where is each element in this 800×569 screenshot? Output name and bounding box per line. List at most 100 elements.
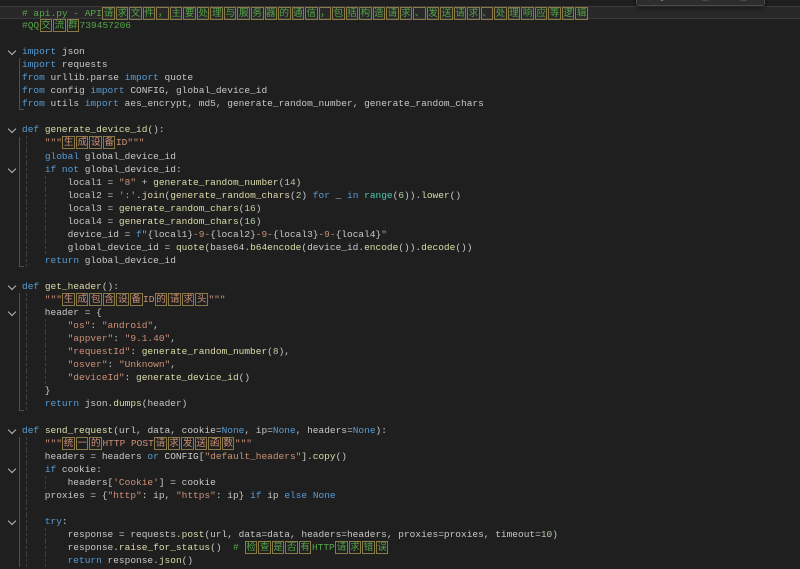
fold-chevron-icon[interactable] xyxy=(8,164,16,172)
code-token: , headers= xyxy=(296,425,353,436)
code-line[interactable]: device_id = f"{local1}-9-{local2}-9-{loc… xyxy=(0,228,800,241)
unicode-highlight-box: 备 xyxy=(130,293,143,306)
fold-chevron-icon[interactable] xyxy=(8,517,16,525)
code-line[interactable]: from config import CONFIG, global_device… xyxy=(0,84,800,97)
code-token: (url, data=data, headers=headers, proxie… xyxy=(204,529,540,540)
unicode-highlight-box: 构 xyxy=(359,7,372,20)
code-line[interactable]: if cookie: xyxy=(0,463,800,476)
code-line[interactable]: response.raise_for_status() # 检查是否有HTTP请… xyxy=(0,541,800,554)
code-line[interactable] xyxy=(0,267,800,280)
code-line[interactable]: global_device_id = quote(base64.b64encod… xyxy=(0,241,800,254)
indent-guide xyxy=(26,150,27,163)
code-token: ) xyxy=(256,216,262,227)
code-token: decode xyxy=(421,242,455,253)
code-line[interactable]: response = requests.post(url, data=data,… xyxy=(0,528,800,541)
code-line[interactable]: """生成包含设备ID的请求头""" xyxy=(0,293,800,306)
code-token: 10 xyxy=(541,529,552,540)
code-line[interactable]: local1 = "8" + generate_random_number(14… xyxy=(0,176,800,189)
code-token: send_request xyxy=(45,425,113,436)
code-line[interactable]: "deviceId": generate_device_id() xyxy=(0,371,800,384)
code-token: device_id = xyxy=(22,229,136,240)
code-line[interactable]: } xyxy=(0,384,800,397)
code-token: for xyxy=(313,190,330,201)
unicode-highlight-box: 造 xyxy=(373,7,386,20)
code-line[interactable] xyxy=(0,502,800,515)
code-line[interactable]: proxies = {"http": ip, "https": ip} if i… xyxy=(0,489,800,502)
indent-guide xyxy=(26,489,27,502)
code-token: ':' xyxy=(119,190,136,201)
code-line[interactable]: "os": "android", xyxy=(0,319,800,332)
code-token: utils xyxy=(45,98,85,109)
unicode-highlight-box: 的 xyxy=(89,437,102,450)
unicode-highlight-box: 设 xyxy=(89,136,102,149)
unicode-highlight-box: 请 xyxy=(154,437,167,450)
fold-chevron-icon[interactable] xyxy=(8,464,16,472)
code-line[interactable]: local3 = generate_random_chars(16) xyxy=(0,202,800,215)
code-line[interactable]: global global_device_id xyxy=(0,150,800,163)
code-line[interactable]: "requestId": generate_random_number(8), xyxy=(0,345,800,358)
fold-chevron-icon[interactable] xyxy=(8,425,16,433)
fold-chevron-icon[interactable] xyxy=(8,282,16,290)
code-line[interactable]: header = { xyxy=(0,306,800,319)
fold-chevron-icon[interactable] xyxy=(8,47,16,55)
code-line[interactable]: import json xyxy=(0,45,800,58)
code-token: ): xyxy=(376,425,387,436)
code-line[interactable]: import requests xyxy=(0,58,800,71)
indent-guide xyxy=(26,176,27,189)
symbol-overlay-label: generate_device_id xyxy=(659,0,755,1)
code-line[interactable]: local4 = generate_random_chars(16) xyxy=(0,215,800,228)
code-token: 16 xyxy=(244,216,255,227)
fold-chevron-icon[interactable] xyxy=(8,308,16,316)
code-line[interactable]: return global_device_id xyxy=(0,254,800,267)
code-line[interactable]: #QQ交流群739457206 xyxy=(0,19,800,32)
code-line[interactable]: """统一的HTTP POST请求发送函数""" xyxy=(0,437,800,450)
unicode-highlight-box: 求 xyxy=(168,437,181,450)
indent-guide xyxy=(26,345,27,358)
code-token: generate_random_chars xyxy=(119,203,239,214)
fold-chevron-icon[interactable] xyxy=(8,125,16,133)
code-token: aes_encrypt, md5, generate_random_number… xyxy=(119,98,484,109)
code-line[interactable]: headers['Cookie'] = cookie xyxy=(0,476,800,489)
code-line[interactable]: from urllib.parse import quote xyxy=(0,71,800,84)
code-line[interactable] xyxy=(0,32,800,45)
code-token: """统一的HTTP POST请求发送函数""" xyxy=(22,438,252,449)
code-token: if xyxy=(45,464,56,475)
code-line[interactable] xyxy=(0,410,800,423)
code-token: import xyxy=(22,59,56,70)
code-line[interactable]: headers = headers or CONFIG["default_hea… xyxy=(0,450,800,463)
code-line[interactable]: return response.json() xyxy=(0,554,800,567)
code-token: post xyxy=(182,529,205,540)
code-line[interactable]: from utils import aes_encrypt, md5, gene… xyxy=(0,97,800,110)
symbol-overlay[interactable]: generate_device_id xyxy=(636,0,765,6)
code-line[interactable]: if not global_device_id: xyxy=(0,163,800,176)
code-line[interactable]: """生成设备ID""" xyxy=(0,136,800,149)
code-line[interactable]: "appver": "9.1.40", xyxy=(0,332,800,345)
unicode-highlight-box: 流 xyxy=(53,19,66,32)
code-area[interactable]: # api.py - API请求文件，主要处理与服务器的通信，包括构造请求、发送… xyxy=(0,6,800,567)
code-token: None xyxy=(222,425,245,436)
code-token: return xyxy=(68,555,102,566)
code-line[interactable]: try: xyxy=(0,515,800,528)
code-line[interactable]: def generate_device_id(): xyxy=(0,123,800,136)
unicode-highlight-box: 件 xyxy=(143,7,156,20)
unicode-highlight-box: 与 xyxy=(224,7,237,20)
code-line[interactable]: def send_request(url, data, cookie=None,… xyxy=(0,424,800,437)
code-line[interactable] xyxy=(0,110,800,123)
code-token: global_device_id xyxy=(79,255,176,266)
code-line[interactable]: local2 = ':'.join(generate_random_chars(… xyxy=(0,189,800,202)
indent-guide xyxy=(26,241,27,254)
code-line[interactable]: "osver": "Unknown", xyxy=(0,358,800,371)
unicode-highlight-box: 成 xyxy=(76,293,89,306)
code-token: ] = cookie xyxy=(159,477,216,488)
code-token: ), xyxy=(279,346,290,357)
code-token: def xyxy=(22,425,39,436)
code-token: else xyxy=(284,490,307,501)
code-token: : xyxy=(113,333,124,344)
code-line[interactable]: def get_header(): xyxy=(0,280,800,293)
code-line[interactable]: return json.dumps(header) xyxy=(0,397,800,410)
code-token: json xyxy=(56,46,85,57)
unicode-highlight-box: 处 xyxy=(494,7,507,20)
indent-guide xyxy=(45,345,46,358)
code-line[interactable]: # api.py - API请求文件，主要处理与服务器的通信，包括构造请求、发送… xyxy=(0,6,800,19)
code-token: get_header xyxy=(45,281,102,292)
